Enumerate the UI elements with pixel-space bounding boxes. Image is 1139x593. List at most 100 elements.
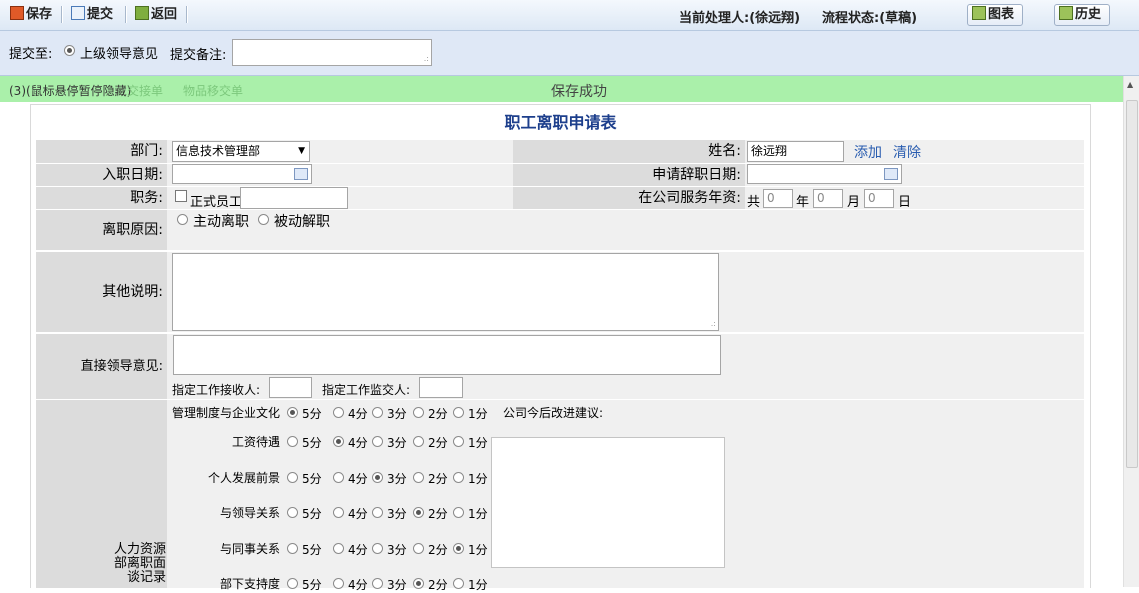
row-reason: 离职原因: 主动离职 被动解职 bbox=[36, 210, 1084, 250]
rating-score-radio[interactable] bbox=[287, 543, 298, 554]
resign-date-label: 申请辞职日期: bbox=[513, 164, 745, 186]
rating-item-label: 与领导关系 bbox=[219, 506, 280, 520]
rating-score-label: 2分 bbox=[428, 543, 448, 557]
resignation-form: 职工离职申请表 部门: 信息技术管理部 ▼ 姓名: 徐远翔 添加 清除 入职日期… bbox=[30, 104, 1091, 592]
rating-score-radio[interactable] bbox=[453, 472, 464, 483]
chart-icon bbox=[972, 6, 986, 20]
rating-score-label: 4分 bbox=[348, 436, 368, 450]
submit-target-radio[interactable] bbox=[64, 45, 75, 56]
dept-select[interactable]: 信息技术管理部 ▼ bbox=[172, 141, 310, 162]
rating-score-label: 2分 bbox=[428, 578, 448, 592]
name-label: 姓名: bbox=[513, 140, 745, 163]
flow-status: 流程状态:(草稿) bbox=[822, 11, 918, 26]
rating-score-radio[interactable] bbox=[333, 472, 344, 483]
rating-item-label: 管理制度与企业文化 bbox=[172, 406, 281, 420]
post-input[interactable] bbox=[240, 187, 348, 209]
row-dates: 入职日期: 申请辞职日期: bbox=[36, 164, 1084, 186]
rating-score-label: 2分 bbox=[428, 407, 448, 421]
leader-textarea[interactable] bbox=[173, 335, 721, 375]
rating-score-label: 4分 bbox=[348, 507, 368, 521]
rating-score-radio[interactable] bbox=[413, 407, 424, 418]
submit-remark-input[interactable]: .: bbox=[232, 39, 432, 66]
rating-score-radio[interactable] bbox=[413, 578, 424, 589]
rating-score-radio[interactable] bbox=[333, 407, 344, 418]
rating-score-radio[interactable] bbox=[453, 436, 464, 447]
rating-score-radio[interactable] bbox=[287, 578, 298, 589]
back-button[interactable]: 返回 bbox=[135, 5, 177, 25]
rating-score-radio[interactable] bbox=[287, 436, 298, 447]
rating-score-label: 2分 bbox=[428, 507, 448, 521]
rating-score-radio[interactable] bbox=[372, 507, 383, 518]
rating-score-label: 3分 bbox=[387, 436, 407, 450]
rating-score-radio[interactable] bbox=[372, 543, 383, 554]
entry-date-input[interactable] bbox=[172, 164, 312, 184]
success-message-bar[interactable]: (3)(鼠标悬停暂停隐藏) 交接单 物品移交单 保存成功 bbox=[0, 76, 1124, 102]
receiver-input[interactable] bbox=[269, 377, 312, 398]
supervisor-input[interactable] bbox=[419, 377, 463, 398]
rating-score-label: 5分 bbox=[302, 578, 322, 592]
service-days-input[interactable]: 0 bbox=[864, 189, 894, 208]
chart-button[interactable]: 图表 bbox=[967, 4, 1024, 26]
suggest-textarea[interactable] bbox=[491, 437, 725, 568]
rating-score-radio[interactable] bbox=[372, 436, 383, 447]
rating-score-radio[interactable] bbox=[453, 578, 464, 589]
rating-score-radio[interactable] bbox=[287, 472, 298, 483]
rating-score-radio[interactable] bbox=[372, 407, 383, 418]
rating-score-radio[interactable] bbox=[453, 507, 464, 518]
rating-score-label: 4分 bbox=[348, 578, 368, 592]
other-textarea[interactable]: .: bbox=[172, 253, 719, 331]
clear-link[interactable]: 清除 bbox=[893, 142, 921, 162]
calendar-icon[interactable] bbox=[884, 168, 898, 180]
reason-active-label: 主动离职 bbox=[193, 214, 249, 230]
rating-score-radio[interactable] bbox=[333, 578, 344, 589]
message-hint: (3)(鼠标悬停暂停隐藏) bbox=[9, 84, 132, 98]
rating-score-radio[interactable] bbox=[287, 407, 298, 418]
reason-passive-radio[interactable] bbox=[258, 214, 269, 225]
chevron-down-icon: ▼ bbox=[298, 146, 305, 156]
calendar-icon[interactable] bbox=[294, 168, 308, 180]
rating-score-radio[interactable] bbox=[453, 407, 464, 418]
save-button[interactable]: 保存 bbox=[10, 5, 52, 25]
reason-active-radio[interactable] bbox=[177, 214, 188, 225]
rating-score-radio[interactable] bbox=[287, 507, 298, 518]
rating-score-label: 5分 bbox=[302, 407, 322, 421]
rating-score-radio[interactable] bbox=[413, 543, 424, 554]
service-months-input[interactable]: 0 bbox=[813, 189, 843, 208]
resign-date-input[interactable] bbox=[747, 164, 902, 184]
history-button[interactable]: 历史 bbox=[1054, 4, 1111, 26]
rating-score-radio[interactable] bbox=[453, 543, 464, 554]
name-input[interactable]: 徐远翔 bbox=[747, 141, 844, 162]
formal-checkbox[interactable] bbox=[175, 190, 187, 202]
message-ghost-text: 交接单 bbox=[127, 84, 164, 98]
rating-score-label: 4分 bbox=[348, 407, 368, 421]
submit-target-label: 上级领导意见 bbox=[80, 47, 159, 62]
row-hr-interview: 人力资源部离职面谈记录 管理制度与企业文化 5分 4分 3分 2分 1分 工资待遇 5分 4分 3… bbox=[36, 400, 1084, 592]
rating-score-radio[interactable] bbox=[372, 472, 383, 483]
vertical-scrollbar[interactable]: ▲ bbox=[1123, 76, 1139, 587]
rating-score-radio[interactable] bbox=[413, 507, 424, 518]
submit-to-label: 提交至: bbox=[9, 47, 53, 62]
rating-score-label: 4分 bbox=[348, 543, 368, 557]
rating-score-label: 2分 bbox=[428, 472, 448, 486]
rating-score-label: 1分 bbox=[468, 436, 488, 450]
rating-score-radio[interactable] bbox=[333, 436, 344, 447]
rating-score-radio[interactable] bbox=[413, 472, 424, 483]
rating-item-label: 工资待遇 bbox=[231, 435, 280, 449]
rating-score-label: 2分 bbox=[428, 436, 448, 450]
rating-score-radio[interactable] bbox=[413, 436, 424, 447]
rating-score-label: 1分 bbox=[468, 507, 488, 521]
rating-score-radio[interactable] bbox=[372, 578, 383, 589]
dept-value: 信息技术管理部 bbox=[176, 144, 261, 158]
rating-score-radio[interactable] bbox=[333, 507, 344, 518]
rating-score-label: 5分 bbox=[302, 436, 322, 450]
rating-score-label: 1分 bbox=[468, 472, 488, 486]
row-dept: 部门: 信息技术管理部 ▼ 姓名: 徐远翔 添加 清除 bbox=[36, 140, 1084, 163]
scroll-up-icon[interactable]: ▲ bbox=[1127, 80, 1133, 89]
rating-score-radio[interactable] bbox=[333, 543, 344, 554]
submit-button[interactable]: 提交 bbox=[71, 5, 113, 25]
submit-remark-label: 提交备注: bbox=[170, 48, 227, 63]
add-link[interactable]: 添加 bbox=[854, 142, 882, 162]
rating-score-label: 1分 bbox=[468, 407, 488, 421]
scrollbar-thumb[interactable] bbox=[1126, 100, 1138, 468]
service-years-input[interactable]: 0 bbox=[763, 189, 793, 208]
